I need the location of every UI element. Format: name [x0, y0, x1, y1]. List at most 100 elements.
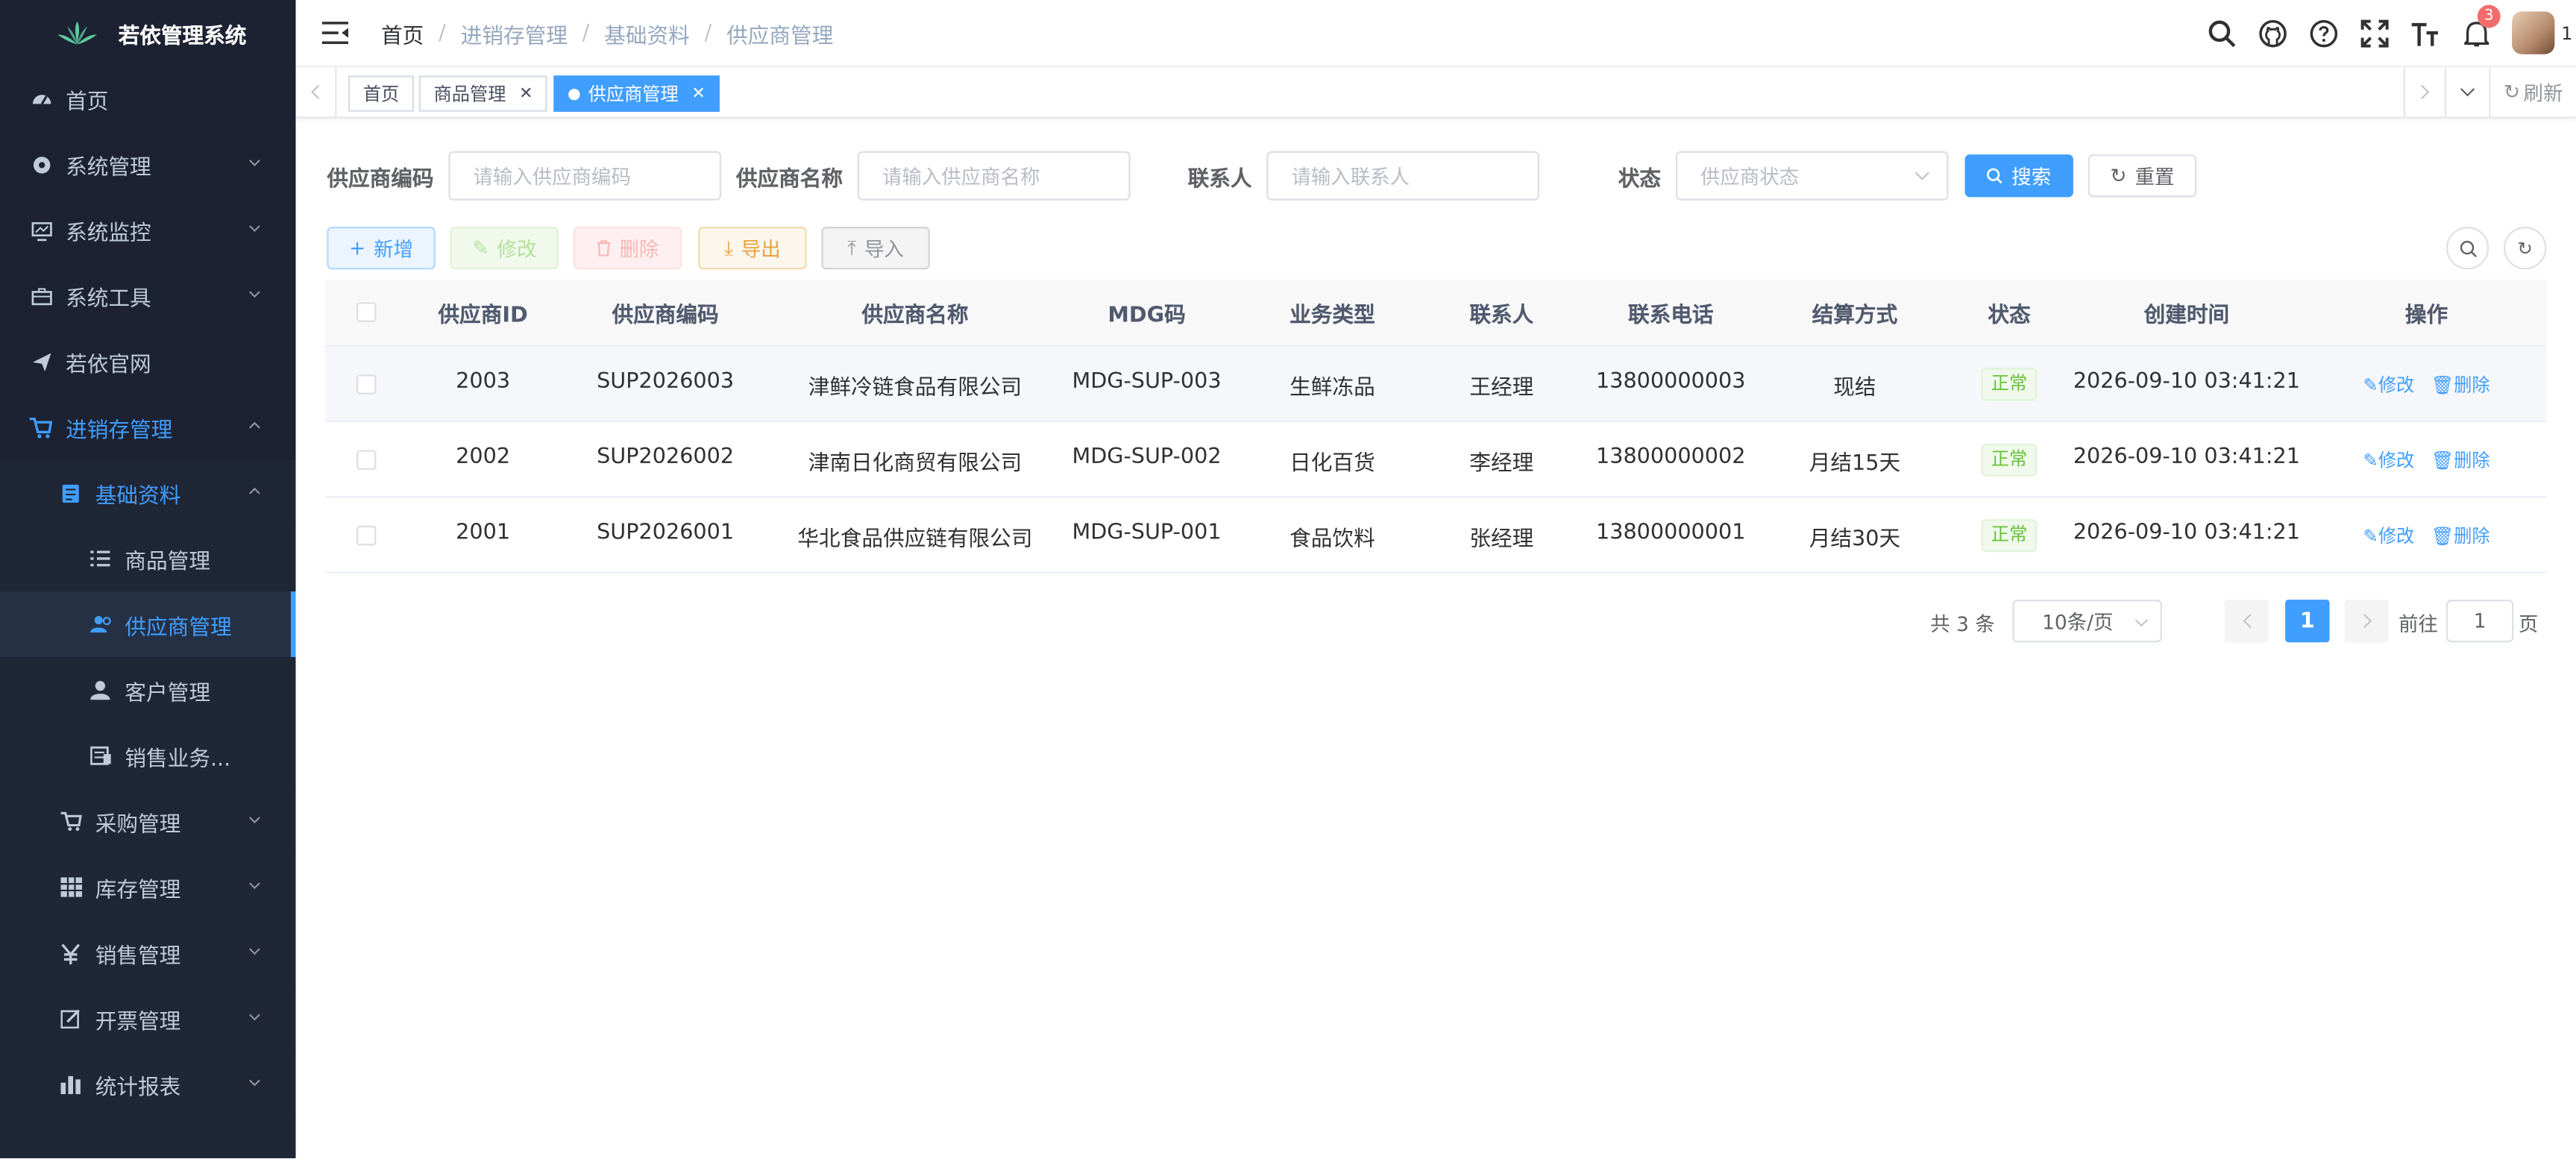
prev-page-button[interactable] — [2224, 600, 2269, 643]
tags-view: 首页 商品管理 ✕ 供应商管理 ✕ ↻ 刷新 — [295, 67, 2576, 119]
bell-icon[interactable]: 3 — [2461, 4, 2501, 48]
peoples-icon — [89, 613, 112, 636]
breadcrumb-item: 基础资料 — [604, 23, 690, 48]
toolbox-icon — [30, 284, 53, 307]
row-checkbox[interactable] — [356, 374, 377, 395]
row-delete-link[interactable]: 🗑︎ 删除 — [2431, 522, 2489, 548]
row-checkbox[interactable] — [356, 525, 377, 546]
row-checkbox[interactable] — [356, 450, 377, 471]
sidebar-item-basic-data[interactable]: 基础资料 — [0, 459, 296, 526]
user-label[interactable]: 1 — [2561, 22, 2572, 44]
breadcrumb-home[interactable]: 首页 — [381, 17, 424, 48]
sidebar-item-website[interactable]: 若依官网 — [0, 328, 296, 395]
code-label: 供应商编码 — [327, 167, 434, 192]
breadcrumb: 首页 / 进销存管理 / 基础资料 / 供应商管理 — [381, 17, 833, 48]
search-icon[interactable] — [2206, 18, 2236, 48]
col-contact: 联系人 — [1469, 303, 1534, 328]
app-logo[interactable]: 若依管理系统 — [0, 0, 296, 66]
supplier-name-input[interactable]: 请输入供应商名称 — [857, 151, 1131, 201]
page-size-select[interactable]: 10条/页 — [2012, 600, 2162, 643]
supplier-table: 供应商ID 供应商编码 供应商名称 MDG码 业务类型 联系人 联系电话 结算方… — [325, 279, 2547, 574]
sidebar-item-home[interactable]: 首页 — [0, 66, 296, 132]
sidebar-item-sales[interactable]: 销售管理 — [0, 920, 296, 986]
breadcrumb-item: 供应商管理 — [726, 23, 834, 48]
sidebar-item-purchase[interactable]: 采购管理 — [0, 788, 296, 855]
tag-home[interactable]: 首页 — [348, 75, 415, 112]
contact-label: 联系人 — [1187, 167, 1252, 192]
export-button[interactable]: ⤓ 导出 — [698, 226, 807, 270]
main-area: 首页 / 进销存管理 / 基础资料 / 供应商管理 3 1 首页 商品管理 ✕ … — [295, 0, 2576, 1158]
chevron-down-icon — [1914, 172, 1929, 180]
trash-icon: 🗑︎ — [2431, 374, 2454, 395]
sidebar-item-inventory[interactable]: 进销存管理 — [0, 394, 296, 460]
select-all-checkbox[interactable] — [356, 302, 377, 322]
goto-label: 前往 — [2398, 612, 2438, 636]
sidebar-item-customers[interactable]: 客户管理 — [0, 657, 296, 723]
add-button[interactable]: + 新增 — [327, 226, 436, 270]
chart-icon — [59, 1072, 82, 1096]
tag-suppliers[interactable]: 供应商管理 ✕ — [553, 75, 720, 112]
sidebar-item-system[interactable]: 系统管理 — [0, 131, 296, 198]
page-1-button[interactable]: 1 — [2285, 600, 2330, 643]
plus-icon: + — [348, 236, 366, 260]
toggle-search-button[interactable] — [2445, 226, 2489, 270]
notification-badge: 3 — [2477, 4, 2501, 28]
col-id: 供应商ID — [438, 303, 528, 328]
page-suffix: 页 — [2518, 612, 2539, 636]
delete-button[interactable]: 删除 — [573, 226, 682, 270]
row-edit-link[interactable]: ✎ 修改 — [2363, 447, 2415, 473]
edit-icon: ✎ — [2363, 374, 2378, 395]
sidebar-item-reports[interactable]: 统计报表 — [0, 1051, 296, 1117]
sidebar-item-monitor[interactable]: 系统监控 — [0, 197, 296, 263]
refresh-table-button[interactable]: ↻ — [2504, 226, 2547, 270]
table-row[interactable]: 2001 SUP2026001 华北食品供应链有限公司 MDG-SUP-001 … — [325, 497, 2547, 574]
status-select[interactable]: 供应商状态 — [1675, 151, 1949, 201]
search-button[interactable]: 搜索 — [1964, 154, 2073, 198]
font-size-icon[interactable] — [2410, 18, 2440, 48]
row-delete-link[interactable]: 🗑︎ 删除 — [2431, 371, 2489, 398]
tags-actions: ↻ 刷新 — [2403, 67, 2576, 117]
supplier-code-input[interactable]: 请输入供应商编码 — [448, 151, 722, 201]
app-title: 若依管理系统 — [118, 23, 247, 48]
chevron-down-icon — [249, 1079, 260, 1087]
fullscreen-icon[interactable] — [2359, 18, 2389, 48]
table-row[interactable]: 2002 SUP2026002 津南日化商贸有限公司 MDG-SUP-002 日… — [325, 422, 2547, 498]
help-icon[interactable] — [2308, 18, 2338, 48]
tags-scroll-right[interactable] — [2403, 67, 2445, 117]
sidebar-bottom — [0, 1116, 296, 1158]
search-icon — [2459, 239, 2476, 257]
next-page-button[interactable] — [2344, 600, 2389, 643]
close-icon[interactable]: ✕ — [519, 84, 533, 102]
document-icon — [59, 481, 82, 504]
chevron-down-icon — [249, 882, 260, 890]
status-label: 状态 — [1618, 167, 1662, 192]
tags-scroll-left[interactable] — [296, 67, 337, 117]
sidebar-item-suppliers[interactable]: 供应商管理 — [0, 591, 296, 658]
grid-icon — [59, 876, 82, 899]
col-created: 创建时间 — [2143, 303, 2230, 328]
tags-dropdown[interactable] — [2444, 67, 2489, 117]
refresh-button[interactable]: ↻ 刷新 — [2489, 67, 2576, 117]
hamburger-icon[interactable] — [321, 22, 348, 45]
avatar[interactable] — [2512, 11, 2555, 54]
sidebar-item-sales-business[interactable]: 销售业务... — [0, 723, 296, 789]
cart-icon — [59, 810, 82, 833]
sidebar-item-stock[interactable]: 库存管理 — [0, 854, 296, 920]
import-button[interactable]: ⤒ 导入 — [821, 226, 930, 270]
sidebar-item-products[interactable]: 商品管理 — [0, 525, 296, 592]
reset-button[interactable]: ↻ 重置 — [2087, 154, 2197, 198]
close-icon[interactable]: ✕ — [691, 84, 705, 102]
row-edit-link[interactable]: ✎ 修改 — [2363, 522, 2415, 548]
sidebar-item-tools[interactable]: 系统工具 — [0, 263, 296, 329]
sidebar-item-invoicing[interactable]: 开票管理 — [0, 985, 296, 1052]
edit-button[interactable]: ✎ 修改 — [450, 226, 559, 270]
row-edit-link[interactable]: ✎ 修改 — [2363, 371, 2415, 398]
tag-products[interactable]: 商品管理 ✕ — [418, 75, 548, 112]
pagination-total: 共 3 条 — [1930, 612, 1995, 636]
contact-input[interactable]: 请输入联系人 — [1266, 151, 1540, 201]
row-delete-link[interactable]: 🗑︎ 删除 — [2431, 447, 2489, 473]
trash-icon: 🗑︎ — [2431, 449, 2454, 471]
github-icon[interactable] — [2258, 18, 2287, 48]
table-row[interactable]: 2003 SUP2026003 津鲜冷链食品有限公司 MDG-SUP-003 生… — [325, 346, 2547, 423]
goto-page-input[interactable]: 1 — [2445, 600, 2514, 643]
